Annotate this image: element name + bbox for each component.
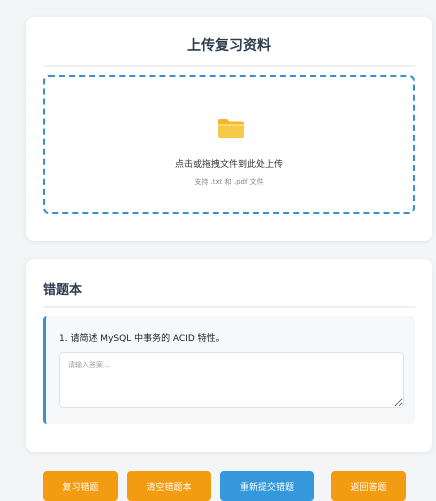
file-dropzone[interactable]: 点击或拖拽文件到此处上传 支持 .txt 和 .pdf 文件	[43, 75, 415, 214]
wrongbook-title: 错题本	[43, 279, 415, 308]
folder-icon	[218, 119, 244, 138]
question-text: 1. 请简述 MySQL 中事务的 ACID 特性。	[59, 334, 225, 344]
dropzone-hint: 支持 .txt 和 .pdf 文件	[194, 178, 264, 186]
resubmit-wrong-button[interactable]: 重新提交错题	[220, 471, 314, 501]
dropzone-text: 点击或拖拽文件到此处上传	[174, 160, 283, 170]
upload-card: 上传复习资料 点击或拖拽文件到此处上传 支持 .txt 和 .pdf 文件	[26, 17, 432, 241]
review-wrong-button[interactable]: 复习错题	[43, 471, 118, 501]
clear-wrongbook-button[interactable]: 清空错题本	[127, 471, 211, 501]
wrongbook-card: 错题本 1. 请简述 MySQL 中事务的 ACID 特性。	[26, 259, 432, 452]
question-item: 1. 请简述 MySQL 中事务的 ACID 特性。	[43, 316, 415, 424]
back-to-quiz-button[interactable]: 返回答题	[331, 471, 406, 501]
upload-title: 上传复习资料	[43, 35, 415, 67]
answer-input[interactable]	[59, 352, 404, 408]
